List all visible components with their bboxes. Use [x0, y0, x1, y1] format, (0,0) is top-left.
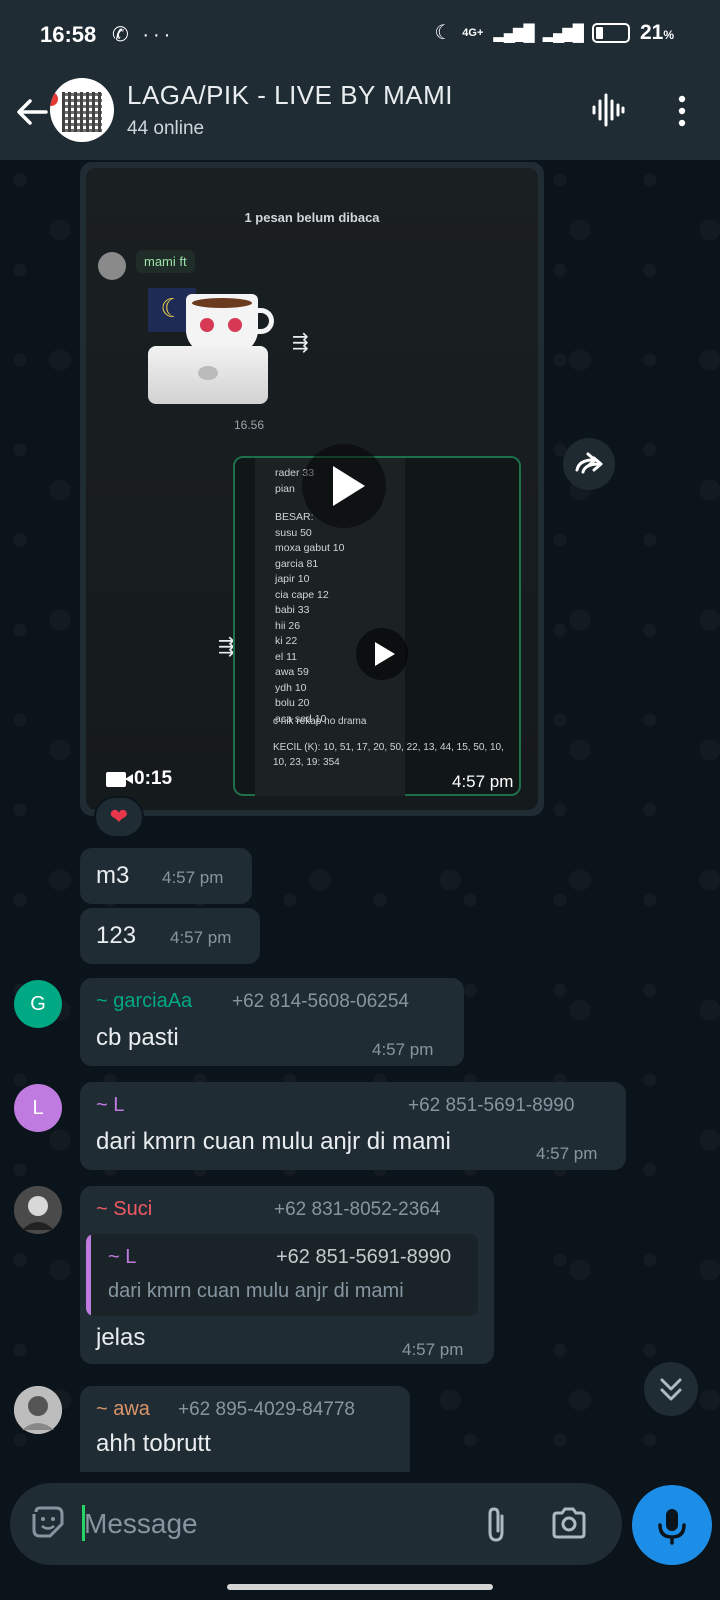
- online-count: 44 online: [127, 118, 205, 139]
- message-text: jelas: [96, 1324, 146, 1351]
- avatar[interactable]: L: [14, 1084, 62, 1132]
- sender-phone: +62 851-5691-8990: [408, 1095, 575, 1116]
- inner-footer: c nik rekap no drama: [273, 716, 367, 727]
- inner-list: BESAR: susu 50 moxa gabut 10 garcia 81 j…: [275, 511, 345, 725]
- video-message[interactable]: 1 pesan belum dibaca mami ft ☾ 16.56 ⇶ ⇶…: [80, 162, 544, 816]
- avatar[interactable]: [14, 1186, 62, 1234]
- back-arrow-icon[interactable]: [12, 92, 52, 132]
- avatar[interactable]: G: [14, 980, 62, 1028]
- coffee-cup-sticker-icon: [186, 294, 258, 354]
- quote-text: dari kmrn cuan mulu anjr di mami: [108, 1280, 404, 1302]
- message-input[interactable]: [84, 1503, 464, 1545]
- cup-handle: [256, 308, 274, 334]
- message-bubble[interactable]: ~ L +62 851-5691-8990 dari kmrn cuan mul…: [80, 1082, 626, 1170]
- message-text: cb pasti: [96, 1024, 179, 1051]
- inner-footer-2: KECIL (K): 10, 51, 17, 20, 50, 22, 13, 4…: [273, 742, 504, 768]
- camera-icon[interactable]: [550, 1504, 588, 1542]
- group-avatar[interactable]: [50, 78, 114, 142]
- sender-phone: +62 831-8052-2364: [274, 1199, 441, 1220]
- inner-sender: mami ft: [136, 250, 195, 273]
- message-time: 4:57 pm: [372, 1040, 434, 1059]
- paperclip-icon[interactable]: [478, 1504, 514, 1544]
- sender-name[interactable]: ~ awa: [96, 1398, 150, 1421]
- double-chevron-down-icon: [660, 1378, 682, 1401]
- forward-icon: [575, 452, 603, 474]
- message-time: 4:57 pm: [452, 772, 514, 791]
- message-composer: [10, 1483, 622, 1565]
- avatar[interactable]: [14, 1386, 62, 1434]
- message-time: 4:57 pm: [402, 1340, 464, 1359]
- avatar-photo: [14, 1386, 62, 1434]
- laptop-sticker-icon: [148, 346, 268, 404]
- message-text: 123: [96, 922, 137, 949]
- video-camera-icon: [106, 771, 133, 787]
- video-duration: 0:15: [106, 768, 172, 790]
- group-title[interactable]: LAGA/PIK - LIVE BY MAMI: [127, 80, 453, 111]
- sender-phone: +62 895-4029-84778: [178, 1399, 355, 1420]
- status-bar: 16:58 ✆ ··· ☾ 4G+ ▂▄▆█ ▂▄▆█ 21%: [0, 0, 720, 70]
- forward-button[interactable]: [563, 438, 615, 490]
- status-right: ☾ 4G+ ▂▄▆█ ▂▄▆█ 21%: [434, 20, 674, 45]
- scroll-to-bottom-button[interactable]: [644, 1362, 698, 1416]
- voice-record-button[interactable]: [632, 1485, 712, 1565]
- inner-play-icon: [356, 628, 408, 680]
- quote-sender: ~ L: [108, 1246, 137, 1268]
- sender-name[interactable]: ~ garciaAa: [96, 990, 192, 1013]
- message-bubble[interactable]: 123 4:57 pm: [80, 908, 260, 964]
- voice-chat-icon[interactable]: [590, 92, 626, 128]
- microphone-icon: [658, 1509, 686, 1545]
- signal-icon-2: ▂▄▆█: [542, 24, 584, 42]
- video-thumbnail[interactable]: 1 pesan belum dibaca mami ft ☾ 16.56 ⇶ ⇶…: [86, 168, 538, 810]
- notification-icons: ✆ ···: [112, 24, 175, 46]
- avatar-dot: [50, 92, 58, 106]
- inner-avatar: [98, 252, 126, 280]
- play-button-icon[interactable]: [302, 444, 386, 528]
- sender-phone: +62 814-5608-06254: [232, 991, 409, 1012]
- network-label: 4G+: [462, 26, 484, 39]
- message-text: m3: [96, 862, 130, 889]
- message-bubble[interactable]: ~ awa +62 895-4029-84778 ahh tobrutt: [80, 1386, 410, 1472]
- more-options-icon[interactable]: [670, 94, 694, 128]
- battery-level: 21%: [639, 20, 674, 44]
- inner-forward-icon: ⇶: [292, 332, 309, 354]
- message-time: 4:57 pm: [170, 928, 232, 947]
- emoji-sticker-icon[interactable]: [30, 1504, 66, 1540]
- quote-phone: +62 851-5691-8990: [276, 1246, 452, 1268]
- avatar-photo: [14, 1186, 62, 1234]
- message-bubble[interactable]: m3 4:57 pm: [80, 848, 252, 904]
- inner-time: 16.56: [234, 418, 265, 432]
- message-text: dari kmrn cuan mulu anjr di mami: [96, 1128, 451, 1155]
- inner-unread-label: 1 pesan belum dibaca: [244, 210, 380, 225]
- moon-icon: ☾: [434, 22, 453, 44]
- chat-header: LAGA/PIK - LIVE BY MAMI 44 online: [0, 70, 720, 160]
- message-time: 4:57 pm: [536, 1144, 598, 1163]
- sender-name[interactable]: ~ L: [96, 1094, 124, 1117]
- message-bubble[interactable]: ~ garciaAa +62 814-5608-06254 cb pasti 4…: [80, 978, 464, 1066]
- chat-area[interactable]: 1 pesan belum dibaca mami ft ☾ 16.56 ⇶ ⇶…: [0, 160, 720, 1472]
- heart-reaction[interactable]: ❤: [94, 796, 144, 838]
- status-time: 16:58: [40, 22, 97, 47]
- sender-name[interactable]: ~ Suci: [96, 1198, 152, 1221]
- home-indicator[interactable]: [227, 1584, 493, 1590]
- quoted-message[interactable]: ~ L +62 851-5691-8990 dari kmrn cuan mul…: [86, 1234, 478, 1316]
- signal-icon: ▂▄▆█: [493, 24, 534, 42]
- message-time: 4:57 pm: [162, 868, 224, 887]
- message-text: ahh tobrutt: [96, 1430, 211, 1457]
- qr-code-image: [62, 92, 102, 132]
- battery-icon: [591, 22, 630, 43]
